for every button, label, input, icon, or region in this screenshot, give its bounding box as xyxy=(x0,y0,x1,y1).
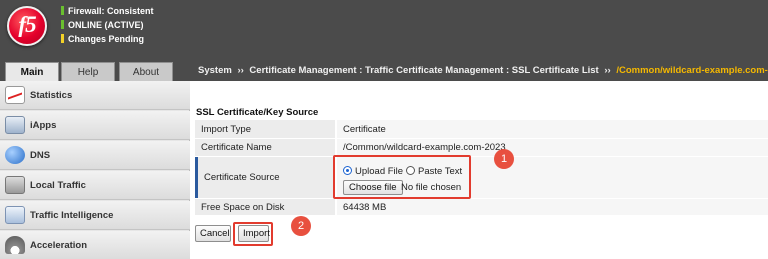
sidebar-item-traffic-intelligence[interactable]: Traffic Intelligence xyxy=(0,201,190,230)
sidebar-item-statistics[interactable]: Statistics xyxy=(0,81,190,110)
form-row-import-type: Import Type Certificate xyxy=(195,120,768,139)
sidebar-item-dns[interactable]: DNS xyxy=(0,141,190,170)
sidebar-item-label: Acceleration xyxy=(30,240,88,251)
local-traffic-icon xyxy=(5,176,25,194)
form-row-certificate-source: Certificate Source Upload File Paste Tex… xyxy=(195,157,768,199)
status-text: Firewall: Consistent xyxy=(68,6,154,16)
tab-bar: Main Help About xyxy=(0,60,190,82)
status-green-indicator xyxy=(61,6,64,15)
field-label: Certificate Source xyxy=(195,157,335,198)
acceleration-gauge-icon xyxy=(5,236,25,254)
breadcrumb-cert-list[interactable]: Certificate Management : Traffic Certifi… xyxy=(249,65,598,76)
sidebar-item-label: DNS xyxy=(30,150,51,161)
sidebar-item-iapps[interactable]: iApps xyxy=(0,111,190,140)
highlight-import-button xyxy=(233,222,273,246)
breadcrumb-system[interactable]: System xyxy=(198,65,232,76)
iapps-icon xyxy=(5,116,25,134)
breadcrumb: System ›› Certificate Management : Traff… xyxy=(190,60,768,81)
traffic-intelligence-icon xyxy=(5,206,25,224)
tab-main[interactable]: Main xyxy=(5,62,59,82)
field-label: Import Type xyxy=(195,120,335,138)
status-online[interactable]: ONLINE (ACTIVE) xyxy=(61,20,144,30)
status-yellow-indicator xyxy=(61,34,64,43)
sidebar-item-label: Traffic Intelligence xyxy=(30,210,114,221)
dns-globe-icon xyxy=(5,146,25,164)
status-changes-pending[interactable]: Changes Pending xyxy=(61,34,144,44)
form-row-certificate-name: Certificate Name /Common/wildcard-exampl… xyxy=(195,139,768,157)
sidebar-item-local-traffic[interactable]: Local Traffic xyxy=(0,171,190,200)
statistics-icon xyxy=(5,86,25,104)
status-green-indicator xyxy=(61,20,64,29)
cancel-button[interactable]: Cancel xyxy=(195,225,231,242)
sidebar-item-label: Local Traffic xyxy=(30,180,86,191)
breadcrumb-separator: ›› xyxy=(237,65,244,76)
step-marker-1: 1 xyxy=(494,149,514,169)
f5-logo[interactable]: f5 xyxy=(7,6,47,46)
status-firewall[interactable]: Firewall: Consistent xyxy=(61,6,154,16)
sidebar-item-acceleration[interactable]: Acceleration xyxy=(0,231,190,259)
breadcrumb-current: /Common/wildcard-example.com-2023 xyxy=(616,65,768,76)
sidebar: Statistics iApps DNS Local Traffic Traff… xyxy=(0,81,190,259)
status-text: ONLINE (ACTIVE) xyxy=(68,20,144,30)
field-value: Certificate xyxy=(337,120,768,138)
field-value: /Common/wildcard-example.com-2023 xyxy=(337,139,768,156)
field-label: Certificate Name xyxy=(195,139,335,156)
form-row-free-space: Free Space on Disk 64438 MB xyxy=(195,199,768,216)
tab-help[interactable]: Help xyxy=(61,62,115,81)
sidebar-item-label: Statistics xyxy=(30,90,73,101)
status-text: Changes Pending xyxy=(68,34,145,44)
sidebar-item-label: iApps xyxy=(30,120,57,131)
highlight-certificate-source xyxy=(333,155,471,199)
header-banner: f5 Firewall: Consistent ONLINE (ACTIVE) … xyxy=(0,0,768,60)
field-label: Free Space on Disk xyxy=(195,199,335,215)
field-value: 64438 MB xyxy=(337,199,768,215)
tab-about[interactable]: About xyxy=(119,62,173,81)
breadcrumb-separator: ›› xyxy=(604,65,611,76)
step-marker-2: 2 xyxy=(291,216,311,236)
section-title: SSL Certificate/Key Source xyxy=(196,107,319,118)
